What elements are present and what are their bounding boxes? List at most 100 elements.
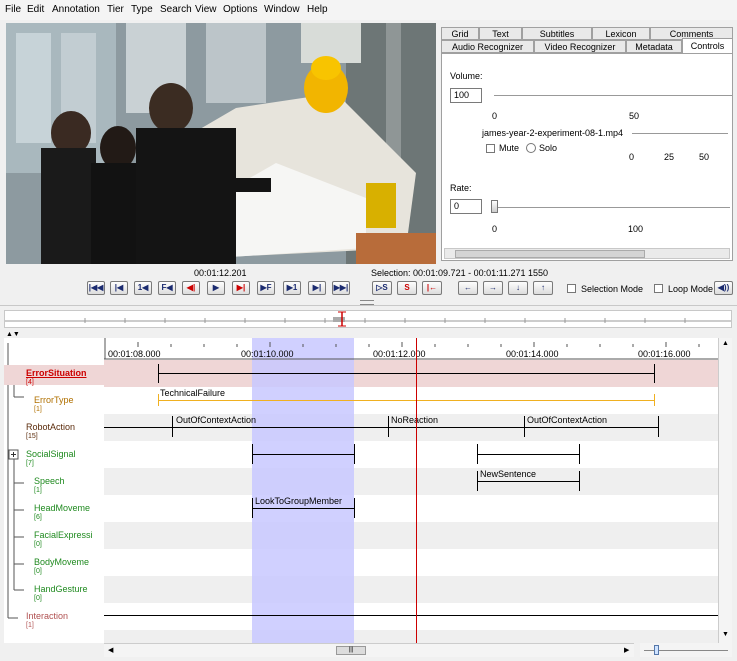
volume-slider-track[interactable] — [494, 95, 732, 96]
ruler-label-2: 00:01:12.000 — [373, 349, 426, 359]
annotation-socialsignal-2[interactable] — [477, 454, 579, 455]
tab-lexicon[interactable]: Lexicon — [592, 27, 650, 40]
tab-metadata[interactable]: Metadata — [626, 40, 682, 53]
menu-view[interactable]: View — [195, 4, 217, 15]
menu-help[interactable]: Help — [307, 4, 328, 15]
go-to-begin-button[interactable]: |◀◀ — [87, 281, 105, 295]
next-frame-button[interactable]: ▶| — [308, 281, 326, 295]
divider — [0, 305, 737, 306]
annotation-out-of-context-2[interactable]: OutOfContextAction — [527, 415, 607, 425]
controls-panel: Volume: 100 0 50 james-year-2-experiment… — [441, 53, 733, 261]
tier-row-facialexpression[interactable] — [104, 522, 718, 549]
menu-tier[interactable]: Tier — [107, 4, 124, 15]
loop-mode-checkbox[interactable] — [654, 284, 663, 293]
play-selection-button[interactable]: ▷S — [372, 281, 392, 295]
volume-input[interactable]: 100 — [450, 88, 482, 103]
play-button[interactable]: ▶ — [207, 281, 225, 295]
clear-selection-button[interactable]: S — [397, 281, 417, 295]
tier-name-socialsignal[interactable]: SocialSignal — [26, 449, 76, 459]
tier-row-socialsignal[interactable] — [104, 441, 718, 468]
go-to-end-button[interactable]: ▶▶| — [332, 281, 350, 295]
tier-name-interaction[interactable]: Interaction — [26, 611, 68, 621]
annotation-technical-failure[interactable]: TechnicalFailure — [160, 388, 225, 398]
annotation-socialsignal-1[interactable] — [252, 454, 354, 455]
scroll-left-icon[interactable]: ◀ — [108, 646, 113, 654]
previous-frame-button[interactable]: |◀ — [110, 281, 128, 295]
menu-edit[interactable]: Edit — [27, 4, 44, 15]
zoom-thumb[interactable] — [654, 645, 659, 655]
controls-horizontal-scrollbar[interactable] — [444, 248, 730, 259]
selection-end-button[interactable]: ▶| — [232, 281, 250, 295]
tier-name-headmovement[interactable]: HeadMoveme — [34, 503, 90, 513]
timeline-viewer[interactable]: 00:01:08.000 00:01:10.000 00:01:12.000 0… — [104, 338, 718, 643]
rate-slider-track[interactable] — [494, 207, 730, 208]
previous-page-button[interactable]: F◀ — [158, 281, 176, 295]
selection-boundary-button[interactable]: |← — [422, 281, 442, 295]
collapse-arrows-icon[interactable]: ▲▼ — [6, 331, 20, 338]
annotation-new-sentence[interactable]: NewSentence — [480, 469, 536, 479]
annotation-interaction[interactable] — [104, 615, 718, 616]
next-page-button[interactable]: ▶F — [257, 281, 275, 295]
tier-name-speech[interactable]: Speech — [34, 476, 65, 486]
tier-name-facialexpression[interactable]: FacialExpressi — [34, 530, 93, 540]
rate-input[interactable]: 0 — [450, 199, 482, 214]
tab-controls[interactable]: Controls — [682, 38, 733, 54]
tier-count-robotaction: [15] — [26, 433, 38, 440]
tier-row-bodymovement[interactable] — [104, 549, 718, 576]
annotation-no-reaction[interactable]: NoReaction — [391, 415, 438, 425]
playhead-cursor[interactable] — [416, 338, 417, 643]
annotation-out-of-context-1[interactable]: OutOfContextAction — [176, 415, 256, 425]
move-down-button[interactable]: ↓ — [508, 281, 528, 295]
scroll-up-icon[interactable]: ▲ — [722, 340, 729, 347]
solo-radio[interactable] — [526, 143, 536, 153]
move-up-button[interactable]: ↑ — [533, 281, 553, 295]
menu-search[interactable]: Search — [160, 4, 192, 15]
timeline-vertical-scrollbar[interactable]: ▲ ▼ — [718, 338, 732, 643]
tab-subtitles[interactable]: Subtitles — [522, 27, 592, 40]
tier-name-errorsituation[interactable]: ErrorSituation — [26, 368, 87, 378]
scroll-right-icon[interactable]: ▶ — [624, 646, 629, 654]
tab-text[interactable]: Text — [479, 27, 522, 40]
selection-mode-checkbox[interactable] — [567, 284, 576, 293]
annotation-errorsituation[interactable] — [158, 373, 654, 374]
menu-annotation[interactable]: Annotation — [52, 4, 100, 15]
mute-slider-track[interactable] — [632, 133, 728, 134]
annotation-look-to-group[interactable]: LookToGroupMember — [255, 496, 342, 506]
scroll-thumb[interactable] — [455, 250, 645, 258]
move-left-button[interactable]: ← — [458, 281, 478, 295]
previous-second-button[interactable]: 1◀ — [134, 281, 152, 295]
menu-options[interactable]: Options — [223, 4, 257, 15]
tier-name-errortype[interactable]: ErrorType — [34, 395, 74, 405]
timeline-horizontal-scrollbar[interactable]: ◀ ||| ▶ — [104, 643, 634, 657]
tier-name-handgesture[interactable]: HandGesture — [34, 584, 88, 594]
tab-grid[interactable]: Grid — [441, 27, 479, 40]
mute-checkbox[interactable] — [486, 144, 495, 153]
menu-window[interactable]: Window — [264, 4, 300, 15]
tier-row-headmovement[interactable] — [104, 495, 718, 522]
tier-row-handgesture[interactable] — [104, 576, 718, 603]
menu-type[interactable]: Type — [131, 4, 153, 15]
scroll-down-icon[interactable]: ▼ — [722, 631, 729, 638]
selection-band[interactable] — [252, 338, 354, 643]
rate-slider-thumb[interactable] — [491, 200, 498, 213]
tab-audio-recognizer[interactable]: Audio Recognizer — [441, 40, 534, 53]
tab-video-recognizer[interactable]: Video Recognizer — [534, 40, 626, 53]
zoom-slider[interactable] — [640, 643, 732, 657]
tier-count-speech: [1] — [34, 487, 42, 494]
next-second-button[interactable]: ▶1 — [283, 281, 301, 295]
boundary — [252, 498, 253, 518]
tier-row-interaction[interactable] — [104, 603, 718, 630]
tier-count-errortype: [1] — [34, 406, 42, 413]
selection-begin-button[interactable]: ◀| — [182, 281, 200, 295]
errortype-line — [158, 400, 654, 401]
current-time: 00:01:12.201 — [194, 268, 247, 278]
tier-name-bodymovement[interactable]: BodyMoveme — [34, 557, 89, 567]
move-right-button[interactable]: → — [483, 281, 503, 295]
video-viewer[interactable] — [6, 23, 436, 264]
menu-file[interactable]: File — [5, 4, 21, 15]
tier-row-speech[interactable] — [104, 468, 718, 495]
volume-button[interactable]: ◀)) — [714, 281, 733, 295]
tier-name-robotaction[interactable]: RobotAction — [26, 422, 75, 432]
scroll-thumb-icon[interactable]: ||| — [336, 646, 366, 655]
overview-ruler[interactable] — [4, 310, 732, 328]
